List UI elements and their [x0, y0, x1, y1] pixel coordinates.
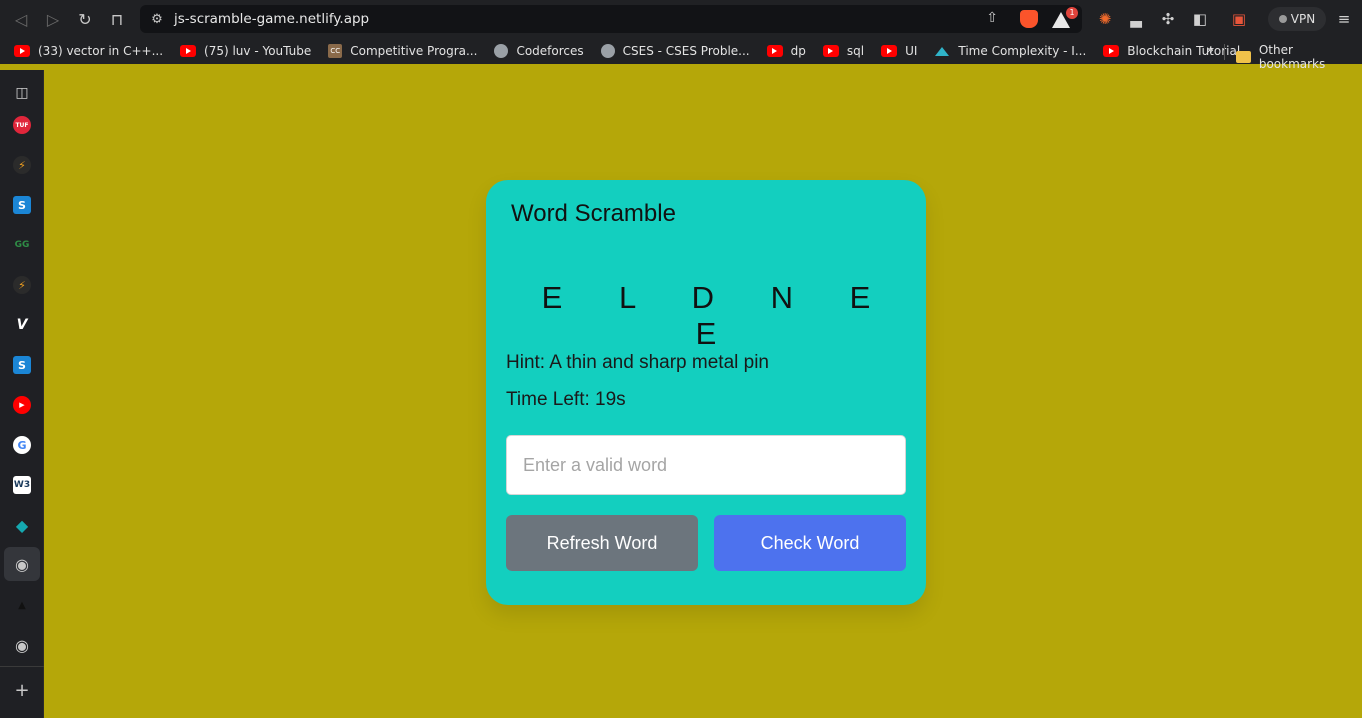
- v-icon[interactable]: V: [13, 316, 31, 334]
- globe-icon: [494, 44, 509, 58]
- share-icon[interactable]: ⇧: [986, 10, 998, 26]
- site-settings-icon[interactable]: ⚙: [140, 12, 174, 27]
- menu-icon[interactable]: ≡: [1333, 8, 1355, 30]
- diamond-icon[interactable]: ◆: [13, 516, 31, 535]
- scrambled-word: E L D N E E: [541, 280, 895, 351]
- game-title: Word Scramble: [511, 200, 676, 227]
- bookmark-item[interactable]: Codeforces: [494, 44, 584, 58]
- bookmark-label: dp: [790, 44, 806, 58]
- youtube-icon: [1103, 45, 1120, 57]
- bookmarks-divider: [1224, 44, 1225, 60]
- folder-icon: [1236, 51, 1251, 63]
- brave-rewards-icon[interactable]: 1: [1052, 7, 1078, 29]
- bookmark-label: Time Complexity - I...: [958, 44, 1087, 58]
- bookmark-item[interactable]: Time Complexity - I...: [934, 44, 1086, 58]
- youtube-icon: [180, 45, 197, 57]
- google-icon[interactable]: G: [13, 436, 31, 454]
- bookmark-item[interactable]: UI: [881, 44, 917, 58]
- bookmark-item[interactable]: CC Competitive Progra...: [328, 44, 477, 58]
- youtube-icon: [881, 45, 898, 57]
- youtube-icon[interactable]: ▶: [13, 396, 31, 414]
- codolio-icon-2[interactable]: ⚡: [13, 276, 31, 294]
- bookmark-label: sql: [846, 44, 865, 58]
- rewards-badge: 1: [1066, 7, 1078, 19]
- bookmark-label: CSES - CSES Proble...: [622, 44, 750, 58]
- browser-sidebar: ◫ TUF ⚡ S GG ⚡ V S ▶ G W3 ◆ ◉ ▲ ◉ +: [0, 70, 44, 718]
- refresh-word-button[interactable]: Refresh Word: [506, 515, 698, 571]
- page-content: Word Scramble E L D N E E Hint: A thin a…: [45, 70, 1362, 718]
- youtube-icon: [766, 45, 783, 57]
- bookmarks-bar: (33) vector in C++... (75) luv - YouTube…: [0, 38, 1362, 64]
- bookmark-item[interactable]: (33) vector in C++...: [14, 44, 163, 58]
- hint-text: Hint: A thin and sharp metal pin: [506, 352, 769, 373]
- extension-cat-icon[interactable]: ▃: [1125, 8, 1147, 30]
- other-bookmarks-label: Other bookmarks: [1258, 43, 1326, 71]
- more-bookmarks-button[interactable]: »: [1206, 43, 1214, 58]
- sidebar-divider: [0, 666, 44, 667]
- word-input[interactable]: [506, 435, 906, 495]
- reload-icon[interactable]: ↻: [69, 3, 101, 35]
- alien-icon[interactable]: ▲: [13, 596, 31, 614]
- bookmark-label: UI: [905, 44, 918, 58]
- add-icon[interactable]: +: [13, 680, 31, 701]
- bookmark-label: (33) vector in C++...: [38, 44, 164, 58]
- youtube-icon: [822, 45, 839, 57]
- url-text[interactable]: js-scramble-game.netlify.app: [174, 11, 369, 27]
- s-icon[interactable]: S: [13, 196, 31, 214]
- bookmark-item[interactable]: Blockchain Tutorial...: [1103, 44, 1252, 58]
- brave-shields-icon[interactable]: [1020, 10, 1038, 28]
- bookmark-icon[interactable]: ⊓: [101, 3, 133, 35]
- vpn-label: VPN: [1290, 12, 1316, 26]
- vpn-status-icon: [1278, 15, 1287, 23]
- address-bar[interactable]: ⚙ js-scramble-game.netlify.app ⇧ 1: [140, 5, 1082, 33]
- time-left-text: Time Left: 19s: [506, 389, 626, 410]
- bookmark-label: Competitive Progra...: [350, 44, 478, 58]
- bookmark-label: Codeforces: [516, 44, 584, 58]
- extensions-puzzle-icon[interactable]: ✣: [1157, 8, 1179, 30]
- bookmark-item[interactable]: CSES - CSES Proble...: [600, 44, 750, 58]
- forward-icon[interactable]: ▷: [37, 3, 69, 35]
- wallet-icon[interactable]: ▣: [1228, 8, 1250, 30]
- check-word-button[interactable]: Check Word: [714, 515, 906, 571]
- extension-icon[interactable]: ✺: [1094, 8, 1116, 30]
- youtube-icon: [14, 45, 30, 57]
- back-icon[interactable]: ◁: [5, 3, 37, 35]
- other-bookmarks-button[interactable]: Other bookmarks: [1236, 43, 1362, 71]
- vpn-button[interactable]: VPN: [1268, 7, 1326, 31]
- bookmark-label: (75) luv - YouTube: [204, 44, 312, 58]
- w3-icon[interactable]: W3: [13, 476, 31, 494]
- cc-icon: CC: [328, 44, 343, 58]
- mountain-icon: [934, 45, 950, 57]
- game-card: Word Scramble E L D N E E Hint: A thin a…: [486, 180, 926, 605]
- bookmark-item[interactable]: dp: [766, 44, 806, 58]
- tuf-icon[interactable]: TUF: [13, 116, 31, 134]
- bookmark-label: Blockchain Tutorial...: [1127, 44, 1252, 58]
- browser-toolbar: ◁ ▷ ↻ ⊓ ⚙ js-scramble-game.netlify.app ⇧…: [0, 0, 1362, 38]
- sidebar-panel-icon[interactable]: ◫: [13, 84, 31, 102]
- bookmark-item[interactable]: sql: [822, 44, 865, 58]
- sidebar-toggle-icon[interactable]: ◧: [1189, 8, 1211, 30]
- globe-icon[interactable]: ◉: [13, 555, 31, 574]
- codolio-icon[interactable]: ⚡: [13, 156, 31, 174]
- bookmark-item[interactable]: (75) luv - YouTube: [180, 44, 311, 58]
- globe-icon-2[interactable]: ◉: [13, 636, 31, 655]
- gfg-icon[interactable]: GG: [13, 236, 31, 254]
- s-icon-2[interactable]: S: [13, 356, 31, 374]
- globe-icon: [600, 44, 615, 58]
